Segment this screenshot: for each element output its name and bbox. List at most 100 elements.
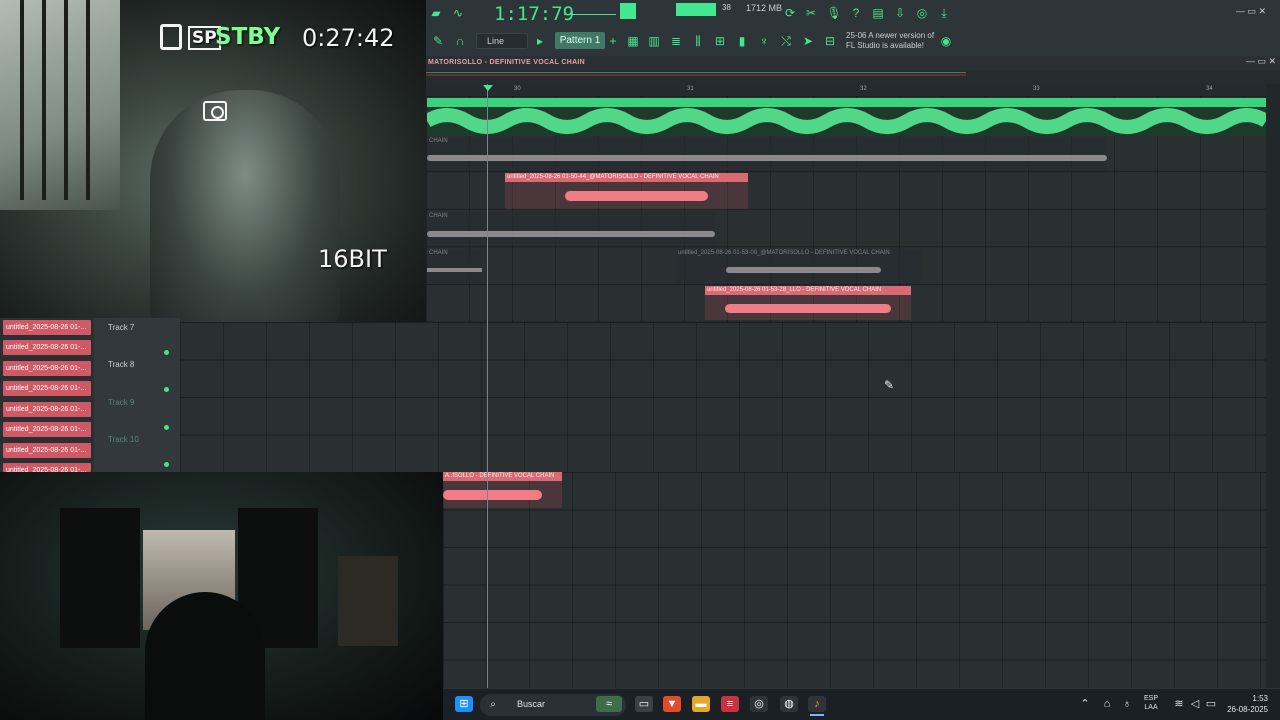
brave-browser-icon[interactable]: ▼ <box>663 696 681 712</box>
master-volume[interactable] <box>564 7 616 15</box>
clip-label: A..ISOLLO - DEFINITIVE VOCAL CHAIN <box>443 472 562 481</box>
camera-timecode: 0:27:42 <box>302 24 395 52</box>
track-label[interactable]: Track 10 <box>108 435 139 444</box>
download-icon[interactable]: ⤓ <box>936 6 952 20</box>
audio-bitdepth: 16BIT <box>318 245 387 273</box>
loop-icon[interactable]: ⟳ <box>782 6 798 20</box>
task-view-icon[interactable]: ▭ <box>635 696 653 712</box>
update-news[interactable]: 25-06 A newer version of FL Studio is av… <box>846 31 936 51</box>
song-time-display[interactable]: 1:17:79 <box>494 3 574 25</box>
playlist-overview[interactable] <box>426 70 1280 84</box>
track-mute-indicator[interactable] <box>164 425 169 430</box>
obs-icon[interactable]: ◎ <box>750 696 768 712</box>
wave-icon[interactable]: ∿ <box>450 6 466 20</box>
clip-source-item[interactable]: untitled_2025-08-26 01-... <box>3 361 91 376</box>
playhead-line[interactable] <box>487 84 488 688</box>
pattern-selector[interactable]: Pattern 1 <box>555 32 605 49</box>
export-icon[interactable]: ⇩ <box>892 6 908 20</box>
battery-tray-icon[interactable]: ▭ <box>1202 696 1220 712</box>
add-pattern-icon[interactable]: + <box>605 34 621 48</box>
clip-master-green[interactable] <box>427 98 1266 136</box>
chat-icon[interactable]: ◎ <box>914 6 930 20</box>
snap-selector[interactable]: Line <box>476 33 528 49</box>
master-pitch[interactable] <box>620 3 636 19</box>
clip-source-item[interactable]: untitled_2025-08-26 01-... <box>3 320 91 335</box>
playlist-window-controls[interactable]: — ▭ ✕ <box>1240 56 1280 70</box>
microphone-icon[interactable]: 🎙 <box>826 6 842 20</box>
clip-source-item[interactable]: untitled_2025-08-26 01-... <box>3 402 91 417</box>
playlist-tracks-lower[interactable] <box>180 322 1266 472</box>
save-icon[interactable]: ▤ <box>870 6 886 20</box>
record-icon <box>203 101 227 121</box>
clip-source-item[interactable]: untitled_2025-08-26 01-... <box>3 340 91 355</box>
track-mute-indicator[interactable] <box>164 350 169 355</box>
track-mute-indicator[interactable] <box>164 387 169 392</box>
clip-vocal-2-muted[interactable]: untitled_2025-08-26 01-53-00_@MATORISOLL… <box>676 249 921 283</box>
play-arrow-icon[interactable]: ▸ <box>532 34 548 48</box>
widget-icon[interactable]: ≈ <box>596 696 622 712</box>
waveform <box>427 231 715 237</box>
file-explorer-icon[interactable]: ▬ <box>692 696 710 712</box>
playlist-icon[interactable]: ▦ <box>625 34 641 48</box>
pencil-icon[interactable]: ✎ <box>430 34 446 48</box>
mixer-icon[interactable]: ⫼ <box>690 34 706 48</box>
track-mute-indicator[interactable] <box>164 462 169 467</box>
tray-network-icon[interactable]: ⌂ <box>1098 696 1116 712</box>
clip-label: untitled_2025-08-26 01-53-28_LLO - DEFIN… <box>705 286 911 295</box>
app-icon[interactable]: ≡ <box>721 696 739 712</box>
fl-logo-icon[interactable]: ▰ <box>428 6 444 20</box>
track-label[interactable]: Track 7 <box>108 323 134 332</box>
clip-label: CHAIN <box>429 138 448 144</box>
browser-icon[interactable]: ⊞ <box>712 34 728 48</box>
clip-grey-1[interactable]: CHAIN <box>427 137 1107 171</box>
language-indicator[interactable]: ESP LAA <box>1144 694 1158 712</box>
plugin-icon[interactable]: ♆ <box>756 34 772 48</box>
app-icon-2[interactable]: ◍ <box>780 696 798 712</box>
track-label[interactable]: Track 8 <box>108 360 134 369</box>
clip-source-item[interactable]: untitled_2025-08-26 01-... <box>3 463 91 472</box>
vertical-scrollbar[interactable] <box>1266 84 1280 688</box>
globe-icon[interactable]: ◉ <box>938 34 954 48</box>
tray-chevron-icon[interactable]: ⌃ <box>1076 696 1094 712</box>
piano-roll-icon[interactable]: ▥ <box>646 34 662 48</box>
clip-grey-2[interactable]: CHAIN <box>427 212 715 246</box>
cpu-meter <box>676 3 716 16</box>
clip-vocal-1[interactable]: untitled_2025-08-26 01-50-44_@MATORISOLL… <box>505 173 748 209</box>
channel-rack-icon[interactable]: ≣ <box>668 34 684 48</box>
clipboard-icon[interactable]: ▮ <box>734 34 750 48</box>
timeline-ruler[interactable]: 30 31 32 33 34 <box>426 84 1266 96</box>
playlist-tracks-bottom[interactable] <box>443 472 1266 688</box>
help-icon[interactable]: ? <box>848 6 864 20</box>
magnet-icon[interactable]: ∩ <box>452 34 468 48</box>
tray-mic-icon[interactable]: ♁ <box>1118 696 1136 712</box>
clip-vocal-4[interactable]: A..ISOLLO - DEFINITIVE VOCAL CHAIN <box>443 472 562 508</box>
playlist-title: MATORISOLLO - DEFINITIVE VOCAL CHAIN <box>426 56 1280 70</box>
wand-icon[interactable]: ⤭ <box>778 34 794 48</box>
clip-source-item[interactable]: untitled_2025-08-26 01-... <box>3 381 91 396</box>
ruler-tick: 30 <box>514 86 521 92</box>
fl-studio-taskbar-icon[interactable]: ♪ <box>808 696 826 712</box>
clip-vocal-3[interactable]: untitled_2025-08-26 01-53-28_LLO - DEFIN… <box>705 286 911 320</box>
cart-icon[interactable]: ⊟ <box>822 34 838 48</box>
arrow-icon[interactable]: ➤ <box>800 34 816 48</box>
taskbar-clock[interactable]: 1:53 26-08-2025 <box>1222 693 1268 715</box>
clip-label: CHAIN <box>429 250 448 256</box>
clip-label: untitled_2025-08-26 01-53-00_@MATORISOLL… <box>678 250 890 256</box>
track-label[interactable]: Track 9 <box>108 398 134 407</box>
track-headers: Track 7 Track 8 Track 9 Track 10 <box>94 318 180 472</box>
ruler-tick: 32 <box>860 86 867 92</box>
clip-source-item[interactable]: untitled_2025-08-26 01-... <box>3 422 91 437</box>
layout-code: LAA <box>1144 704 1158 711</box>
clip-grey-3[interactable]: CHAIN <box>427 249 482 283</box>
search-icon: ⌕ <box>490 699 496 710</box>
webcam-overlay-top: SP STBY 0:27:42 16BIT <box>0 0 426 322</box>
window-controls[interactable]: — ▭ ✕ <box>1236 6 1266 17</box>
playhead-marker[interactable] <box>483 85 493 91</box>
clock-date: 26-08-2025 <box>1227 705 1268 714</box>
speaker-left <box>60 508 140 648</box>
clip-source-item[interactable]: untitled_2025-08-26 01-... <box>3 443 91 458</box>
memory-readout: 1712 MB <box>746 3 783 13</box>
person-silhouette <box>145 592 265 720</box>
tools-icon[interactable]: ✂ <box>803 6 819 20</box>
windows-start-icon[interactable]: ⊞ <box>455 696 473 712</box>
